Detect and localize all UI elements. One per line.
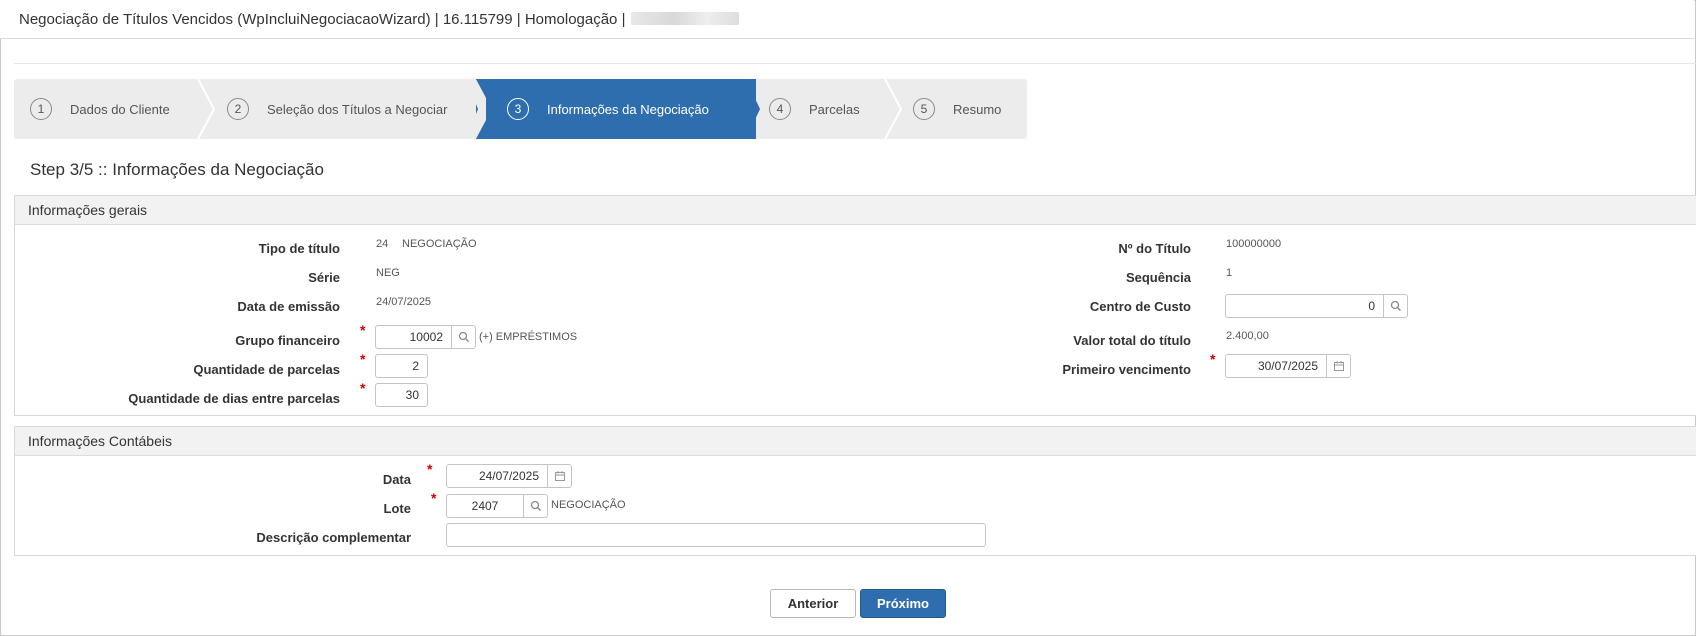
page-title: Step 3/5 :: Informações da Negociação xyxy=(30,160,324,179)
wizard-step-4[interactable]: 4 Parcelas xyxy=(769,79,860,139)
centro-custo-input[interactable]: 0 xyxy=(1225,294,1384,318)
panel-header: Informações Contábeis xyxy=(15,427,1696,456)
value-serie: NEG xyxy=(376,267,400,279)
panel-header: Informações gerais xyxy=(15,196,1696,225)
step-number: 4 xyxy=(769,98,791,120)
label-data-emissao: Data de emissão xyxy=(237,299,340,314)
step-number: 2 xyxy=(227,98,249,120)
label-qtd-dias: Quantidade de dias entre parcelas xyxy=(128,391,340,406)
centro-custo-search-button[interactable] xyxy=(1384,294,1408,318)
required-marker: * xyxy=(360,322,366,338)
redacted-environment xyxy=(631,12,740,25)
primeiro-vencimento-input[interactable]: 30/07/2025 xyxy=(1225,354,1327,378)
step-number: 5 xyxy=(913,98,935,120)
value-tipo-titulo-text: NEGOCIAÇÃO xyxy=(402,238,477,250)
calendar-icon xyxy=(1333,361,1344,371)
chevron-separator-icon xyxy=(197,79,216,139)
required-marker: * xyxy=(360,351,366,367)
proximo-button[interactable]: Próximo xyxy=(860,589,946,618)
label-tipo-titulo: Tipo de título xyxy=(258,241,340,256)
qtd-dias-input[interactable]: 30 xyxy=(375,383,428,407)
step-number: 3 xyxy=(507,98,529,120)
step-label: Seleção dos Títulos a Negociar xyxy=(267,101,448,117)
label-valor-total: Valor total do título xyxy=(1073,333,1191,348)
value-valor-total: 2.400,00 xyxy=(1226,330,1269,342)
required-marker: * xyxy=(1210,351,1216,367)
grupo-financeiro-input[interactable]: 10002 xyxy=(375,325,452,349)
label-num-titulo: Nº do Título xyxy=(1118,241,1191,256)
search-icon xyxy=(458,331,469,342)
anterior-button[interactable]: Anterior xyxy=(770,589,856,618)
label-grupo-financeiro: Grupo financeiro xyxy=(235,333,340,348)
label-lote: Lote xyxy=(383,501,411,516)
qtd-parcelas-input[interactable]: 2 xyxy=(375,354,428,378)
calendar-icon xyxy=(554,471,565,481)
wizard-step-1[interactable]: 1 Dados do Cliente xyxy=(30,79,170,139)
label-descricao-complementar: Descrição complementar xyxy=(256,530,411,545)
required-marker: * xyxy=(427,461,433,477)
value-grupo-financeiro-desc: (+) EMPRÉSTIMOS xyxy=(479,331,578,343)
search-icon xyxy=(1390,300,1401,311)
data-calendar-button[interactable] xyxy=(548,464,572,488)
value-num-titulo: 100000000 xyxy=(1226,238,1282,250)
window-title-text: Negociação de Títulos Vencidos (WpInclui… xyxy=(19,11,626,28)
label-primeiro-vencimento: Primeiro vencimento xyxy=(1062,362,1191,377)
step-label: Parcelas xyxy=(809,101,860,117)
required-marker: * xyxy=(431,490,437,506)
wizard-step-5[interactable]: 5 Resumo xyxy=(913,79,1001,139)
primeiro-vencimento-calendar-button[interactable] xyxy=(1327,354,1351,378)
step-label: Informações da Negociação xyxy=(547,101,709,117)
grupo-financeiro-search-button[interactable] xyxy=(452,325,476,349)
label-data: Data xyxy=(382,472,411,487)
chevron-separator-icon xyxy=(466,79,486,139)
value-tipo-titulo-code: 24 xyxy=(376,238,389,250)
wizard-step-3[interactable]: 3 Informações da Negociação xyxy=(507,79,709,139)
window-title: Negociação de Títulos Vencidos (WpInclui… xyxy=(19,11,740,28)
lote-search-button[interactable] xyxy=(524,494,548,518)
label-qtd-parcelas: Quantidade de parcelas xyxy=(193,362,340,377)
value-lote-desc: NEGOCIAÇÃO xyxy=(551,499,626,511)
step-label: Dados do Cliente xyxy=(70,101,170,117)
descricao-complementar-input[interactable] xyxy=(446,523,986,547)
title-bar: Negociação de Títulos Vencidos (WpInclui… xyxy=(0,0,1694,39)
label-sequencia: Sequência xyxy=(1125,270,1191,285)
data-input[interactable]: 24/07/2025 xyxy=(446,464,548,488)
value-data-emissao: 24/07/2025 xyxy=(376,296,432,308)
search-icon xyxy=(530,500,541,511)
chevron-active-end-icon xyxy=(742,79,760,139)
label-centro-custo: Centro de Custo xyxy=(1089,299,1191,314)
step-number: 1 xyxy=(30,98,52,120)
divider xyxy=(14,63,1696,64)
step-label: Resumo xyxy=(953,101,1002,117)
value-sequencia: 1 xyxy=(1226,267,1233,279)
wizard-step-2[interactable]: 2 Seleção dos Títulos a Negociar xyxy=(227,79,447,139)
lote-input[interactable]: 2407 xyxy=(446,494,524,518)
label-serie: Série xyxy=(308,270,340,285)
chevron-separator-icon xyxy=(884,79,903,139)
wizard-steps: 1 Dados do Cliente 2 Seleção dos Títulos… xyxy=(14,79,1027,139)
required-marker: * xyxy=(360,380,366,396)
